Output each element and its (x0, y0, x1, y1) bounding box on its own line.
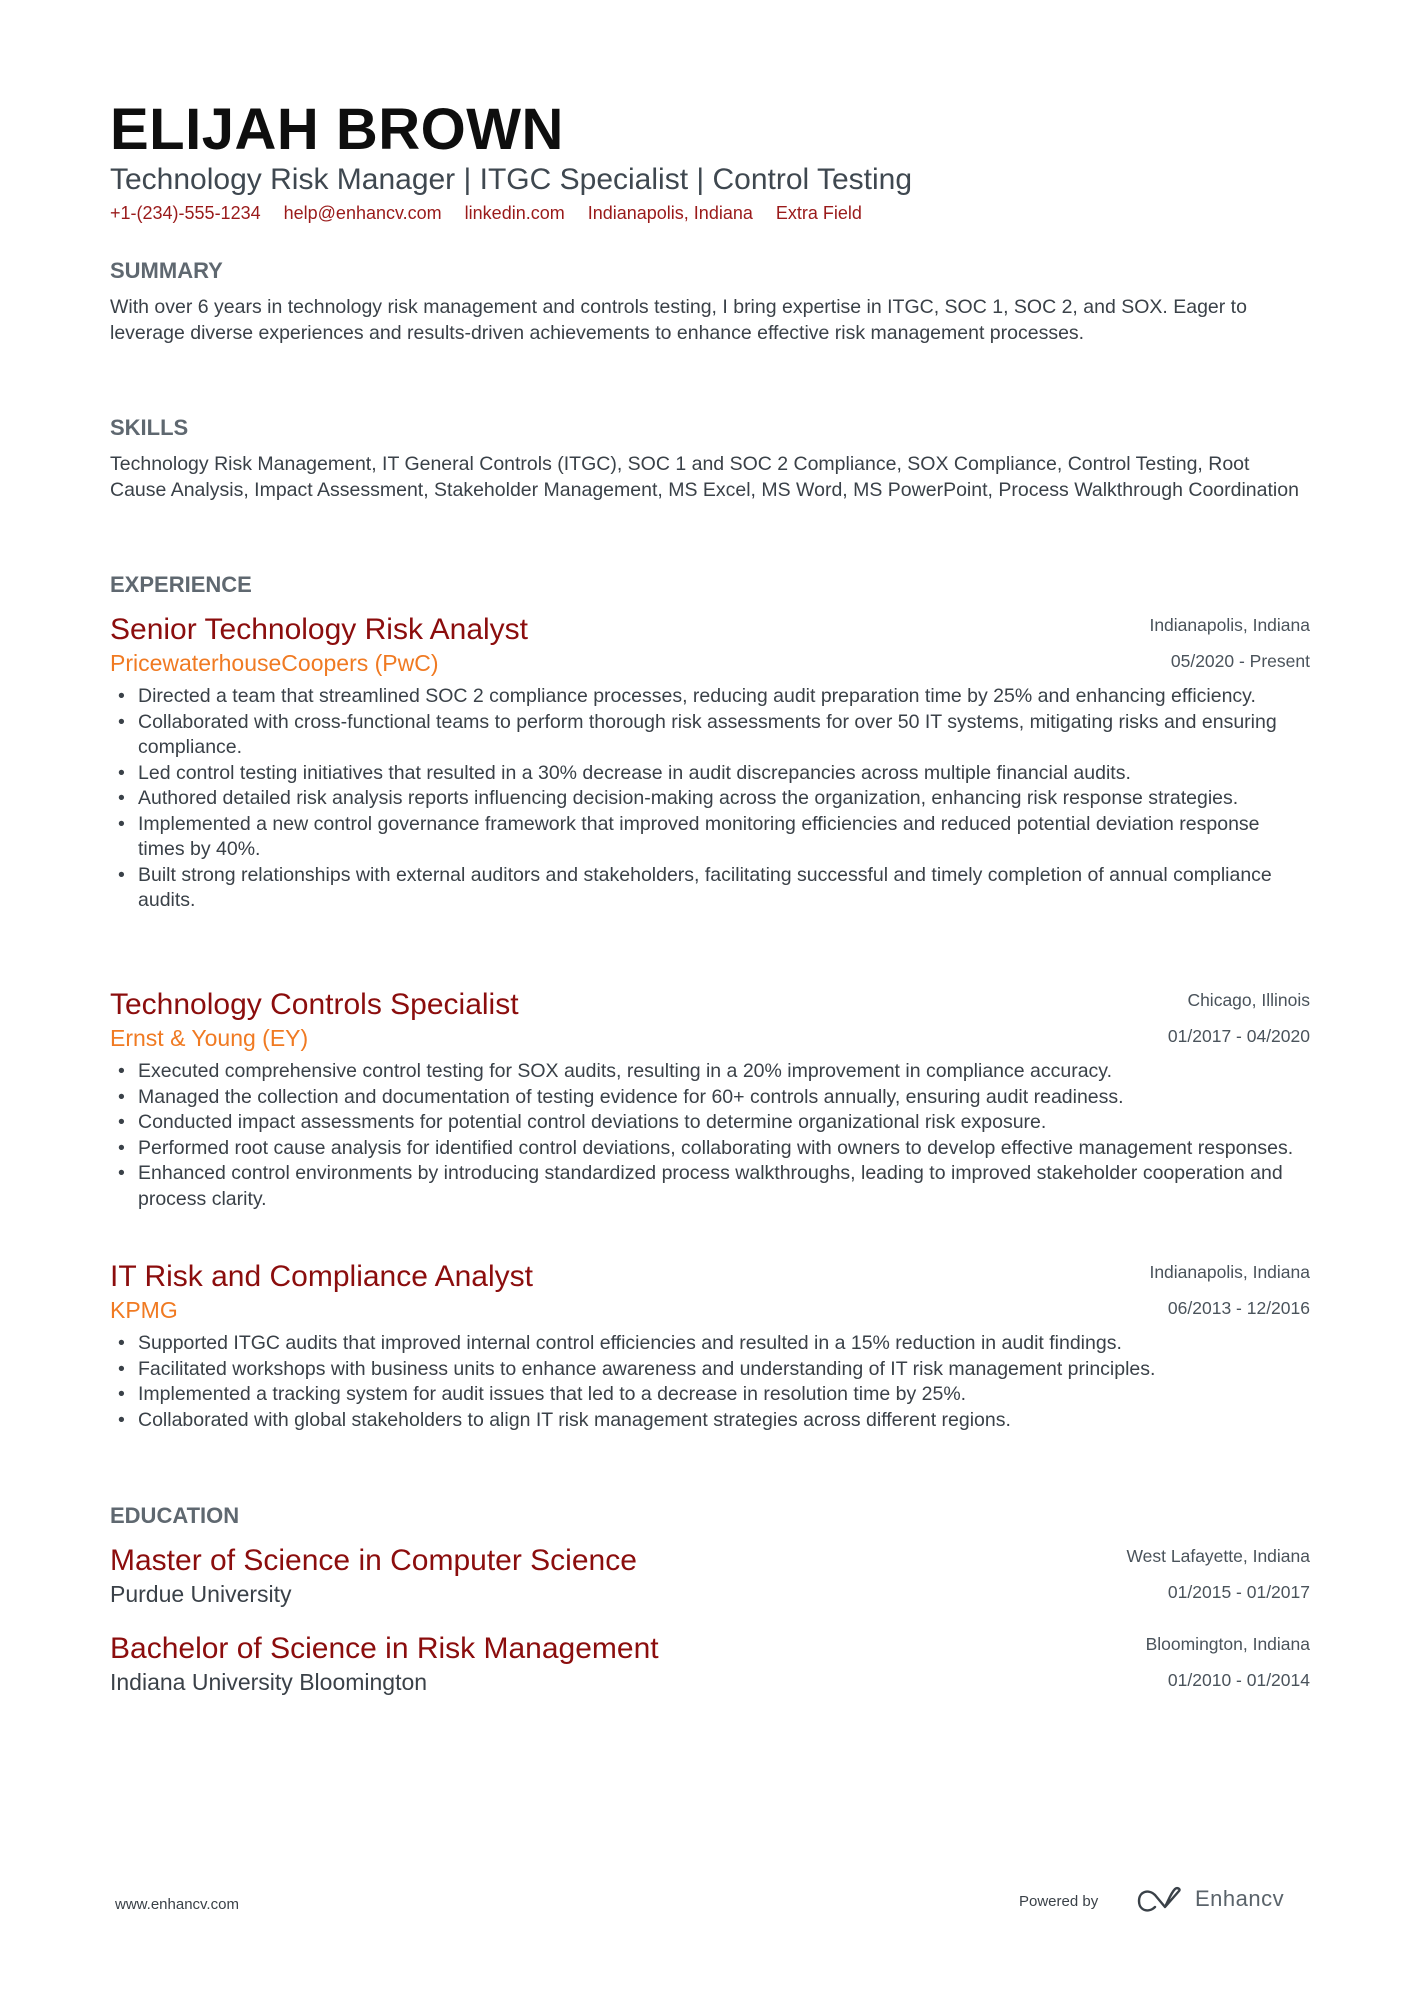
experience-heading: EXPERIENCE (110, 572, 252, 597)
bullet-item: Collaborated with cross-functional teams… (110, 710, 1310, 761)
bullet-item: Facilitated workshops with business unit… (110, 1357, 1310, 1383)
company-name: PricewaterhouseCoopers (PwC) (110, 650, 439, 676)
school-dates: 01/2015 - 01/2017 (1167, 1582, 1310, 1602)
job-dates: 01/2017 - 04/2020 (1167, 1026, 1310, 1046)
degree-title: Bachelor of Science in Risk Management (110, 1632, 659, 1665)
bullet-item: Built strong relationships with external… (110, 863, 1310, 914)
enhancv-logo-icon (1137, 1886, 1181, 1912)
bullet-item: Directed a team that streamlined SOC 2 c… (110, 684, 1310, 710)
job-title: Senior Technology Risk Analyst (110, 613, 529, 646)
bullet-item: Executed comprehensive control testing f… (110, 1059, 1310, 1085)
school-location: Bloomington, Indiana (1145, 1634, 1310, 1654)
skills-heading: SKILLS (110, 415, 189, 440)
school-name: Indiana University Bloomington (110, 1669, 428, 1695)
job-title: Technology Controls Specialist (110, 988, 519, 1021)
experience-item: Senior Technology Risk Analyst Pricewate… (110, 612, 1310, 914)
education-heading: EDUCATION (110, 1503, 240, 1528)
bullet-item: Implemented a new control governance fra… (110, 812, 1310, 863)
school-name: Purdue University (110, 1581, 292, 1607)
job-location: Indianapolis, Indiana (1149, 1262, 1310, 1282)
bullet-item: Managed the collection and documentation… (110, 1085, 1310, 1111)
powered-by-label: Powered by (1019, 1893, 1099, 1910)
contact-linkedin[interactable]: linkedin.com (465, 203, 565, 223)
job-dates: 06/2013 - 12/2016 (1167, 1298, 1310, 1318)
company-name: KPMG (110, 1297, 178, 1323)
job-location: Chicago, Illinois (1187, 990, 1310, 1010)
job-bullets: Supported ITGC audits that improved inte… (110, 1331, 1310, 1433)
bullet-item: Enhanced control environments by introdu… (110, 1161, 1310, 1212)
enhancv-brand[interactable]: Enhancv (1195, 1886, 1284, 1912)
job-bullets: Directed a team that streamlined SOC 2 c… (110, 684, 1310, 914)
skills-text: Technology Risk Management, IT General C… (110, 453, 1299, 501)
bullet-item: Conducted impact assessments for potenti… (110, 1110, 1310, 1136)
bullet-item: Implemented a tracking system for audit … (110, 1382, 1310, 1408)
job-dates: 05/2020 - Present (1170, 651, 1310, 671)
school-dates: 01/2010 - 01/2014 (1167, 1670, 1310, 1690)
bullet-item: Authored detailed risk analysis reports … (110, 786, 1310, 812)
contact-info: +1-(234)-555-1234 help@enhancv.com linke… (110, 200, 880, 226)
job-bullets: Executed comprehensive control testing f… (110, 1059, 1310, 1212)
job-title: IT Risk and Compliance Analyst (110, 1260, 533, 1293)
school-location: West Lafayette, Indiana (1126, 1546, 1310, 1566)
contact-location: Indianapolis, Indiana (587, 203, 753, 223)
job-location: Indianapolis, Indiana (1149, 615, 1310, 635)
bullet-item: Led control testing initiatives that res… (110, 761, 1310, 787)
contact-email[interactable]: help@enhancv.com (284, 203, 442, 223)
company-name: Ernst & Young (EY) (110, 1025, 309, 1051)
experience-item: IT Risk and Compliance Analyst KPMG Indi… (110, 1259, 1310, 1433)
candidate-name: ELIJAH BROWN (110, 97, 564, 162)
contact-extra-field: Extra Field (775, 203, 862, 223)
headline: Technology Risk Manager | ITGC Specialis… (110, 163, 913, 196)
contact-phone[interactable]: +1-(234)-555-1234 (110, 203, 261, 223)
footer-url[interactable]: www.enhancv.com (115, 1896, 239, 1913)
summary-text: With over 6 years in technology risk man… (110, 296, 1247, 344)
education-item: Bachelor of Science in Risk Management I… (110, 1631, 1310, 1697)
experience-item: Technology Controls Specialist Ernst & Y… (110, 987, 1310, 1212)
education-item: Master of Science in Computer Science Pu… (110, 1543, 1310, 1609)
bullet-item: Collaborated with global stakeholders to… (110, 1408, 1310, 1434)
bullet-item: Supported ITGC audits that improved inte… (110, 1331, 1310, 1357)
summary-heading: SUMMARY (110, 258, 223, 283)
bullet-item: Performed root cause analysis for identi… (110, 1136, 1310, 1162)
